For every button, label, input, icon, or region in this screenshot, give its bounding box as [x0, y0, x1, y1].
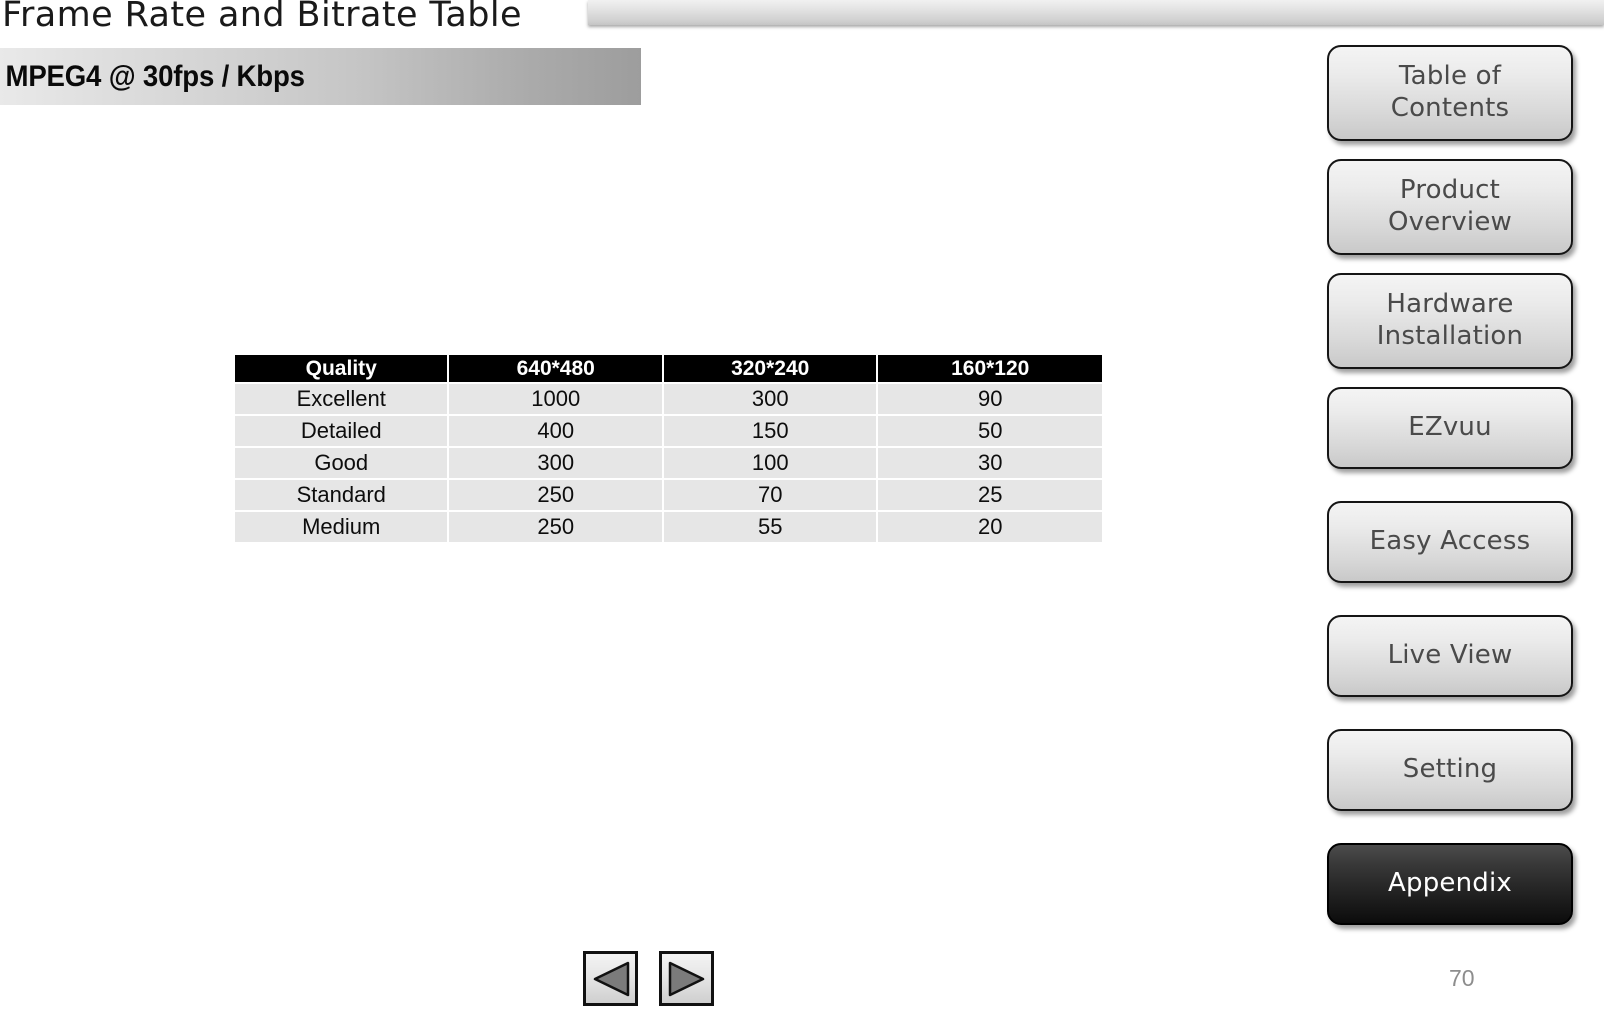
subtitle-band: MPEG4 @ 30fps / Kbps	[0, 48, 641, 105]
table-cell-640x480: 300	[449, 448, 662, 478]
table-cell-640x480: 250	[449, 480, 662, 510]
table-cell-320x240: 300	[663, 384, 877, 414]
table-cell-160x120: 25	[878, 480, 1102, 510]
table-row: Excellent 1000 300 90	[235, 384, 1102, 414]
next-slide-button[interactable]	[659, 951, 714, 1006]
table-header-cell: 160*120	[878, 355, 1102, 382]
table-cell-320x240: 55	[663, 512, 877, 542]
table-cell-quality: Good	[235, 448, 448, 478]
sidebar-item-label: EZvuu	[1408, 412, 1492, 443]
table-header-row: Quality 640*480 320*240 160*120	[235, 355, 1102, 382]
sidebar-label-line2: Installation	[1376, 321, 1524, 351]
table-row: Detailed 400 150 50	[235, 416, 1102, 446]
sidebar-item-setting[interactable]: Setting	[1327, 729, 1573, 811]
sidebar-item-easy-access[interactable]: Easy Access	[1327, 501, 1573, 583]
sidebar-label-line1: Hardware	[1386, 289, 1514, 320]
sidebar-item-label: Appendix	[1388, 868, 1512, 899]
table-cell-320x240: 150	[663, 416, 877, 446]
previous-slide-button[interactable]	[583, 951, 638, 1006]
page-title: Frame Rate and Bitrate Table	[2, 0, 522, 35]
table-cell-160x120: 50	[878, 416, 1102, 446]
table-cell-640x480: 400	[449, 416, 662, 446]
sidebar-item-label: Table of Contents	[1391, 61, 1510, 124]
table-cell-quality: Standard	[235, 480, 448, 510]
sidebar-item-appendix[interactable]: Appendix	[1327, 843, 1573, 925]
table-cell-quality: Excellent	[235, 384, 448, 414]
table-cell-quality: Detailed	[235, 416, 448, 446]
table-header-cell: 640*480	[449, 355, 662, 382]
sidebar-item-label: Easy Access	[1369, 526, 1531, 557]
header-accent-bar	[588, 0, 1604, 25]
table-cell-320x240: 100	[663, 448, 877, 478]
frame-rate-bitrate-table: Quality 640*480 320*240 160*120 Excellen…	[233, 353, 1104, 544]
sidebar-label-line1: Product	[1399, 175, 1501, 206]
sidebar-label-line2: Overview	[1387, 207, 1512, 237]
table-row: Medium 250 55 20	[235, 512, 1102, 542]
sidebar-item-hardware-installation[interactable]: Hardware Installation	[1327, 273, 1573, 369]
sidebar-item-label: Live View	[1387, 640, 1513, 671]
sidebar-item-ezvuu[interactable]: EZvuu	[1327, 387, 1573, 469]
table-row: Standard 250 70 25	[235, 480, 1102, 510]
table-cell-640x480: 1000	[449, 384, 662, 414]
triangle-right-icon	[668, 961, 704, 996]
sidebar-item-label: Hardware Installation	[1377, 289, 1523, 352]
subtitle-text: MPEG4 @ 30fps / Kbps	[5, 59, 305, 93]
triangle-left-icon	[593, 961, 629, 996]
sidebar-item-live-view[interactable]: Live View	[1327, 615, 1573, 697]
table-cell-160x120: 30	[878, 448, 1102, 478]
sidebar-item-product-overview[interactable]: Product Overview	[1327, 159, 1573, 255]
table-cell-640x480: 250	[449, 512, 662, 542]
table-header-cell: Quality	[235, 355, 448, 382]
table-cell-160x120: 90	[878, 384, 1102, 414]
table-row: Good 300 100 30	[235, 448, 1102, 478]
sidebar-item-label: Product Overview	[1388, 175, 1512, 238]
table-cell-320x240: 70	[663, 480, 877, 510]
table-cell-160x120: 20	[878, 512, 1102, 542]
sidebar-navigation: Table of Contents Product Overview Hardw…	[1327, 45, 1573, 925]
sidebar-item-label: Setting	[1402, 754, 1498, 785]
sidebar-label-line1: Table of	[1398, 61, 1502, 92]
slide-navigation	[583, 951, 714, 1006]
page-number: 70	[1449, 965, 1475, 991]
sidebar-item-table-of-contents[interactable]: Table of Contents	[1327, 45, 1573, 141]
table-cell-quality: Medium	[235, 512, 448, 542]
sidebar-label-line2: Contents	[1390, 93, 1510, 123]
table-header-cell: 320*240	[663, 355, 877, 382]
